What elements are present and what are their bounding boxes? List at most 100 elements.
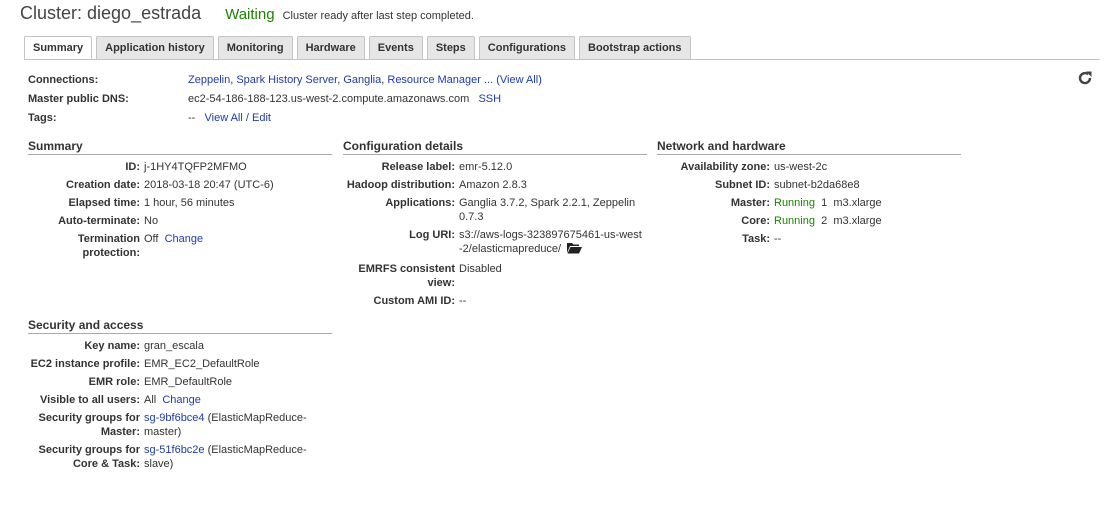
subnet-link[interactable]: subnet-b2da68e8 — [774, 178, 860, 192]
visible-value-wrap: All Change — [144, 393, 201, 407]
ganglia-link[interactable]: Ganglia — [343, 74, 381, 86]
visible-change-link[interactable]: Change — [162, 394, 201, 406]
release-label: Release label: — [381, 161, 455, 173]
connections-label: Connections: — [28, 74, 99, 86]
cluster-header: Cluster: diego_estrada Waiting Cluster r… — [20, 3, 474, 24]
visible-value: All — [144, 394, 157, 406]
auto-terminate-value: No — [144, 215, 159, 227]
master-row: Master: Running 1 m3.xlarge — [657, 196, 961, 210]
security-section: Security and access Key name: gran_escal… — [28, 318, 332, 475]
master-value: Running 1 m3.xlarge — [774, 196, 882, 210]
hadoop-value: Amazon 2.8.3 — [459, 179, 527, 191]
core-type: m3.xlarge — [833, 215, 882, 227]
folder-icon[interactable] — [567, 242, 583, 258]
termination-protection-value-wrap: Off Change — [144, 232, 203, 260]
configuration-section: Configuration details Release label: emr… — [343, 139, 647, 312]
configuration-title: Configuration details — [343, 139, 647, 155]
connections-view-all-link[interactable]: (View All) — [496, 74, 542, 86]
network-title: Network and hardware — [657, 139, 961, 155]
sg-master-value: sg-9bf6bce4 (ElasticMapReduce-master) — [144, 411, 316, 439]
log-uri-row: Log URI: s3://aws-logs-323897675461-us-w… — [343, 228, 647, 258]
master-label: Master: — [730, 197, 770, 209]
zeppelin-link[interactable]: Zeppelin — [188, 74, 230, 86]
log-uri-label: Log URI: — [409, 229, 455, 241]
az-row: Availability zone: us-west-2c — [657, 160, 961, 174]
emrfs-value: Disabled — [459, 263, 502, 275]
log-uri-value-wrap: s3://aws-logs-323897675461-us-west-2/ela… — [459, 228, 643, 258]
core-row: Core: Running 2 m3.xlarge — [657, 214, 961, 228]
role-row: EMR role: EMR_DefaultRole — [28, 375, 332, 389]
termination-protection-value: Off — [144, 233, 159, 245]
tags-value: -- — [188, 112, 196, 124]
termination-protection-label: Termination protection: — [77, 233, 140, 259]
tab-hardware[interactable]: Hardware — [296, 36, 365, 59]
instance-profile-label: EC2 instance profile: — [30, 358, 140, 370]
availability-zone-label: Availability zone: — [680, 161, 770, 173]
task-row: Task: -- — [657, 232, 961, 246]
refresh-icon[interactable] — [1077, 70, 1093, 86]
tab-summary[interactable]: Summary — [24, 36, 93, 60]
tags-view-edit-link[interactable]: View All / Edit — [205, 112, 271, 124]
release-value: emr-5.12.0 — [459, 161, 513, 173]
master-status: Running — [774, 197, 815, 209]
tags-label: Tags: — [28, 112, 57, 124]
sg-core-label: Security groups for Core & Task: — [38, 444, 140, 470]
tab-application-history[interactable]: Application history — [96, 36, 214, 59]
core-value: Running 2 m3.xlarge — [774, 214, 882, 228]
sg-master-row: Security groups for Master: sg-9bf6bce4 … — [28, 411, 332, 439]
dns-value-wrap: ec2-54-186-188-123.us-west-2.compute.ama… — [188, 93, 501, 105]
sg-core-value: sg-51f6bc2e (ElasticMapReduce-slave) — [144, 443, 316, 471]
resource-manager-link[interactable]: Resource Manager — [387, 74, 481, 86]
applications-value: Ganglia 3.7.2, Spark 2.2.1, Zeppelin 0.7… — [459, 197, 636, 223]
emrfs-label: EMRFS consistent view: — [358, 263, 455, 289]
spark-history-server-link[interactable]: Spark History Server — [236, 74, 337, 86]
applications-label: Applications: — [385, 197, 455, 209]
elapsed-time-value: 1 hour, 56 minutes — [144, 197, 235, 209]
status-badge: Waiting — [225, 6, 275, 23]
id-value: j-1HY4TQFP2MFMO — [144, 161, 247, 173]
connections-value: Zeppelin, Spark History Server, Ganglia,… — [188, 74, 542, 86]
emr-role-value: EMR_DefaultRole — [144, 376, 233, 388]
sg-core-row: Security groups for Core & Task: sg-51f6… — [28, 443, 332, 471]
summary-id-row: ID: j-1HY4TQFP2MFMO — [28, 160, 332, 174]
summary-title: Summary — [28, 139, 332, 155]
dns-label: Master public DNS: — [28, 93, 129, 105]
core-label: Core: — [741, 215, 770, 227]
key-name-label: Key name: — [84, 340, 140, 352]
summary-section: Summary ID: j-1HY4TQFP2MFMO Creation dat… — [28, 139, 332, 264]
tab-monitoring[interactable]: Monitoring — [217, 36, 293, 59]
sg-master-label: Security groups for Master: — [38, 412, 140, 438]
custom-ami-label: Custom AMI ID: — [373, 295, 455, 307]
subnet-label: Subnet ID: — [715, 179, 770, 191]
tab-steps[interactable]: Steps — [426, 36, 475, 59]
hadoop-label: Hadoop distribution: — [346, 179, 455, 191]
connections-more[interactable]: ... — [481, 74, 496, 86]
tab-bootstrap-actions[interactable]: Bootstrap actions — [579, 36, 691, 59]
page-title: Cluster: diego_estrada — [20, 3, 202, 23]
key-name-value: gran_escala — [144, 340, 204, 352]
tab-bar: Summary Application history Monitoring H… — [24, 36, 695, 60]
master-type: m3.xlarge — [833, 197, 882, 209]
sg-core-link[interactable]: sg-51f6bc2e — [144, 444, 205, 456]
tab-events[interactable]: Events — [368, 36, 423, 59]
creation-date-label: Creation date: — [66, 179, 140, 191]
summary-creation-row: Creation date: 2018-03-18 20:47 (UTC-6) — [28, 178, 332, 192]
emrfs-row: EMRFS consistent view: Disabled — [343, 262, 647, 290]
tab-configurations[interactable]: Configurations — [478, 36, 575, 59]
master-count: 1 — [821, 197, 828, 209]
release-row: Release label: emr-5.12.0 — [343, 160, 647, 174]
dns-value: ec2-54-186-188-123.us-west-2.compute.ama… — [188, 93, 470, 105]
profile-row: EC2 instance profile: EMR_EC2_DefaultRol… — [28, 357, 332, 371]
sg-master-link[interactable]: sg-9bf6bce4 — [144, 412, 205, 424]
ssh-link[interactable]: SSH — [478, 93, 501, 105]
core-count: 2 — [821, 215, 828, 227]
network-section: Network and hardware Availability zone: … — [657, 139, 961, 250]
tags-value-wrap: -- View All / Edit — [188, 112, 271, 124]
termination-protection-change-link[interactable]: Change — [165, 233, 204, 245]
summary-elapsed-row: Elapsed time: 1 hour, 56 minutes — [28, 196, 332, 210]
creation-date-value: 2018-03-18 20:47 (UTC-6) — [144, 179, 274, 191]
security-title: Security and access — [28, 318, 332, 334]
status-message: Cluster ready after last step completed. — [282, 10, 474, 22]
id-label: ID: — [125, 161, 140, 173]
availability-zone-value: us-west-2c — [774, 161, 828, 173]
